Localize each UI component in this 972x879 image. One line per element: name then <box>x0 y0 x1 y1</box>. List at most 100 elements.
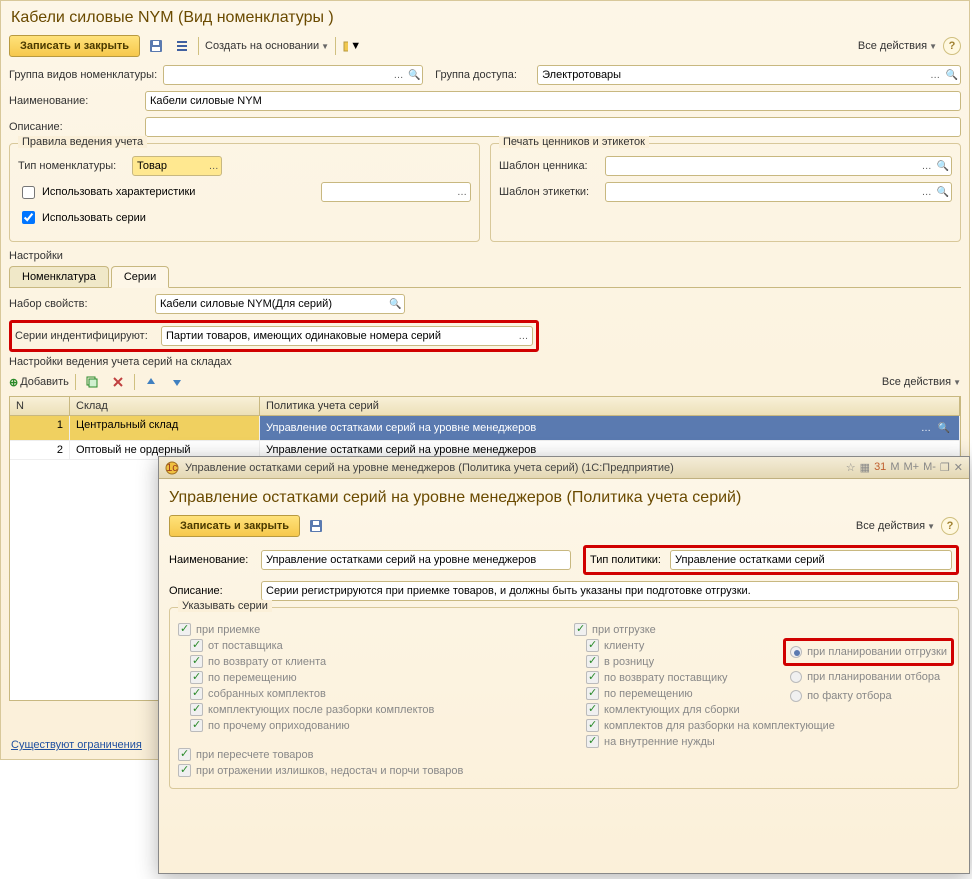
tab-series[interactable]: Серии <box>111 266 169 288</box>
rules-fieldset: Правила ведения учета Тип номенклатуры: … <box>9 143 480 242</box>
ellipsis-icon[interactable]: … <box>918 157 934 175</box>
table-row[interactable]: 1 Центральный склад Управление остатками… <box>10 416 960 441</box>
m-icon[interactable]: M <box>890 461 899 474</box>
chk-by-move-in[interactable]: по перемещению <box>190 671 554 684</box>
identify-label: Серии индентифицируют: <box>15 330 155 342</box>
chk-return-client[interactable]: по возврату от клиента <box>190 655 554 668</box>
prop-set-label: Набор свойств: <box>9 298 149 310</box>
name-input[interactable] <box>145 91 961 111</box>
folder-go-icon[interactable]: ▼ <box>342 36 362 56</box>
all-actions-button[interactable]: Все действия▼ <box>858 40 937 52</box>
search-icon[interactable]: 🔍 <box>943 66 960 84</box>
popup-name-input[interactable] <box>261 550 571 570</box>
radio-plan-ship[interactable]: при планировании отгрузки <box>790 646 947 658</box>
identify-input[interactable]: … <box>161 326 533 346</box>
group-types-input[interactable]: …🔍 <box>163 65 423 85</box>
chars-input[interactable]: … <box>321 182 471 202</box>
search-icon[interactable]: 🔍 <box>406 66 422 84</box>
grid-all-actions[interactable]: Все действия▼ <box>882 376 961 388</box>
settings-label: Настройки <box>9 250 961 262</box>
chk-kits-disassembly[interactable]: комплектов для разборки на комплектующие <box>586 719 950 732</box>
specify-series-fieldset: Указывать серии при приемке от поставщик… <box>169 607 959 789</box>
desc-input[interactable] <box>145 117 961 137</box>
popup-desc-label: Описание: <box>169 585 255 597</box>
radio-plan-pick[interactable]: при планировании отбора <box>783 669 954 685</box>
calendar-icon[interactable]: 31 <box>874 461 886 474</box>
list-icon[interactable] <box>172 36 192 56</box>
desc-label: Описание: <box>9 121 139 133</box>
col-wh[interactable]: Склад <box>70 397 260 415</box>
delete-icon[interactable] <box>108 372 128 392</box>
chk-on-surplus[interactable]: при отражении излишков, недостач и порчи… <box>178 764 554 777</box>
wh-settings-label: Настройки ведения учета серий на складах <box>9 356 961 368</box>
chk-on-recount[interactable]: при пересчете товаров <box>178 748 554 761</box>
ellipsis-icon[interactable]: … <box>917 419 935 437</box>
m-plus-icon[interactable]: M+ <box>903 461 919 474</box>
chk-other-receipt[interactable]: по прочему оприходованию <box>190 719 554 732</box>
col-policy[interactable]: Политика учета серий <box>260 397 960 415</box>
restrictions-link[interactable]: Существуют ограничения <box>11 739 142 751</box>
type-label: Тип номенклатуры: <box>18 160 126 172</box>
label-tpl-label: Шаблон этикетки: <box>499 186 599 198</box>
chk-collected-kits[interactable]: собранных комплектов <box>190 687 554 700</box>
popup-name-label: Наименование: <box>169 554 255 566</box>
ellipsis-icon[interactable]: … <box>391 66 407 84</box>
page-title: Кабели силовые NYM (Вид номенклатуры ) <box>11 9 961 27</box>
chk-kit-parts-after[interactable]: комплектующих после разборки комплектов <box>190 703 554 716</box>
create-based-button[interactable]: Создать на основании▼ <box>205 40 329 52</box>
move-up-icon[interactable] <box>141 372 161 392</box>
policy-type-input[interactable] <box>670 550 952 570</box>
chk-internal[interactable]: на внутренние нужды <box>586 735 950 748</box>
fav-icon[interactable]: ☆ <box>846 461 856 474</box>
popup-title: Управление остатками серий на уровне мен… <box>169 489 959 507</box>
col-n[interactable]: N <box>10 397 70 415</box>
m-minus-icon[interactable]: M- <box>923 461 936 474</box>
main-toolbar: Записать и закрыть Создать на основании▼… <box>9 35 961 57</box>
save-icon[interactable] <box>306 516 326 536</box>
ellipsis-icon[interactable]: … <box>206 157 221 175</box>
use-chars-checkbox[interactable]: Использовать характеристики <box>18 183 195 202</box>
popup-window-title: Управление остатками серий на уровне мен… <box>185 462 840 474</box>
price-tag-input[interactable]: …🔍 <box>605 156 952 176</box>
calc-icon[interactable]: ▦ <box>860 461 870 474</box>
search-icon[interactable]: 🔍 <box>935 157 951 175</box>
search-icon[interactable]: 🔍 <box>935 419 953 437</box>
chk-from-supplier[interactable]: от поставщика <box>190 639 554 652</box>
ellipsis-icon[interactable]: … <box>515 327 532 345</box>
popup-desc-input[interactable] <box>261 581 959 601</box>
specify-legend: Указывать серии <box>178 600 272 612</box>
type-input[interactable]: … <box>132 156 222 176</box>
radio-fact-pick[interactable]: по факту отбора <box>783 688 954 704</box>
tab-nomenclature[interactable]: Номенклатура <box>9 266 109 287</box>
print-legend: Печать ценников и этикеток <box>499 136 649 148</box>
use-series-checkbox[interactable]: Использовать серии <box>18 208 146 227</box>
policy-type-label: Тип политики: <box>590 554 670 566</box>
popup-all-actions[interactable]: Все действия▼ <box>856 520 935 532</box>
access-group-label: Группа доступа: <box>435 69 531 81</box>
add-button[interactable]: ⊕Добавить <box>9 376 69 389</box>
popup-save-close-button[interactable]: Записать и закрыть <box>169 515 300 537</box>
ellipsis-icon[interactable]: … <box>454 183 470 201</box>
policy-popup: 1c Управление остатками серий на уровне … <box>158 456 970 874</box>
rules-legend: Правила ведения учета <box>18 136 147 148</box>
ellipsis-icon[interactable]: … <box>927 66 944 84</box>
save-close-button[interactable]: Записать и закрыть <box>9 35 140 57</box>
close-icon[interactable]: ✕ <box>954 461 963 474</box>
help-icon[interactable]: ? <box>941 517 959 535</box>
print-fieldset: Печать ценников и этикеток Шаблон ценник… <box>490 143 961 242</box>
copy-icon[interactable] <box>82 372 102 392</box>
ellipsis-icon[interactable]: … <box>918 183 934 201</box>
label-tpl-input[interactable]: …🔍 <box>605 182 952 202</box>
help-icon[interactable]: ? <box>943 37 961 55</box>
name-label: Наименование: <box>9 95 139 107</box>
save-icon[interactable] <box>146 36 166 56</box>
chk-on-ship[interactable]: при отгрузке <box>574 623 950 636</box>
popup-titlebar[interactable]: 1c Управление остатками серий на уровне … <box>159 457 969 479</box>
chk-on-receive[interactable]: при приемке <box>178 623 554 636</box>
restore-icon[interactable]: ❐ <box>940 461 950 474</box>
prop-set-input[interactable]: 🔍 <box>155 294 405 314</box>
search-icon[interactable]: 🔍 <box>935 183 951 201</box>
search-icon[interactable]: 🔍 <box>387 295 404 313</box>
access-group-input[interactable]: …🔍 <box>537 65 961 85</box>
move-down-icon[interactable] <box>167 372 187 392</box>
